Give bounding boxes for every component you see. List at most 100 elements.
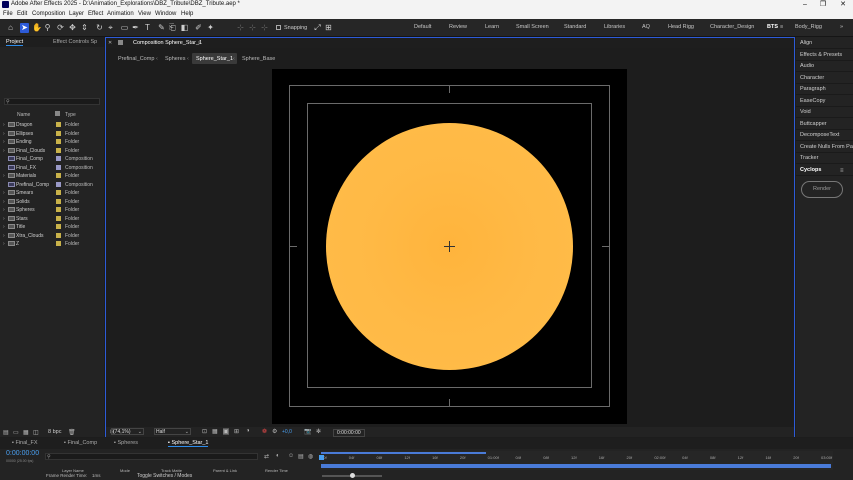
- project-settings-icon[interactable]: ◫: [33, 429, 39, 436]
- workspace-libraries[interactable]: Libraries: [604, 24, 625, 30]
- label-color-swatch[interactable]: [56, 207, 61, 212]
- project-item-z[interactable]: › Z Folder: [3, 240, 101, 248]
- menu-window[interactable]: Window: [155, 11, 176, 17]
- axis-local-icon[interactable]: ⊹: [236, 23, 245, 33]
- menu-view[interactable]: View: [138, 11, 151, 17]
- zoom-tool-icon[interactable]: ⚲: [43, 23, 52, 33]
- label-color-swatch[interactable]: [56, 181, 61, 187]
- transparency-grid-icon[interactable]: ▦: [212, 428, 218, 435]
- pen-tool-icon[interactable]: ✒: [131, 23, 140, 33]
- panel-buttcapper[interactable]: Buttcapper: [800, 121, 827, 127]
- menu-edit[interactable]: Edit: [17, 11, 27, 17]
- breadcrumb-prefinal-comp[interactable]: Prefinal_Comp: [118, 56, 154, 62]
- snapshot-icon[interactable]: 📷: [304, 428, 311, 435]
- expand-arrow-icon[interactable]: ›: [3, 131, 5, 137]
- zoom-dropdown[interactable]: (74,1%) ⌄: [111, 428, 144, 435]
- workspace-review[interactable]: Review: [449, 24, 467, 30]
- breadcrumb-sphere-star-1[interactable]: Sphere_Star_1: [196, 56, 233, 62]
- comp-mini-flowchart-icon[interactable]: ⇄: [264, 453, 269, 460]
- col-parent-link[interactable]: Parent & Link: [213, 468, 237, 473]
- timeline-search-input[interactable]: ⚲: [45, 453, 258, 460]
- label-color-swatch[interactable]: [56, 215, 61, 221]
- render-button[interactable]: Render: [801, 181, 843, 198]
- axis-world-icon[interactable]: ⊹: [248, 23, 257, 33]
- label-color-swatch[interactable]: [56, 139, 61, 144]
- workspace-bts[interactable]: BTS: [767, 24, 778, 30]
- axis-view-icon[interactable]: ⊹: [260, 23, 269, 33]
- panel-menu-icon[interactable]: ≡: [198, 40, 201, 46]
- panel-tracker[interactable]: Tracker: [800, 155, 818, 161]
- trash-icon[interactable]: 🗑: [68, 429, 76, 436]
- workspace-head-rigg[interactable]: Head Rigg: [668, 24, 694, 30]
- project-item-title[interactable]: › Title Folder: [3, 223, 101, 231]
- timeline-tab-sphere-star-1[interactable]: ▪ Sphere_Star_1: [168, 440, 209, 447]
- menu-animation[interactable]: Animation: [107, 11, 134, 17]
- label-color-swatch[interactable]: [56, 130, 61, 136]
- panel-cyclops[interactable]: Cyclops: [800, 167, 821, 173]
- new-folder-icon[interactable]: ▭: [13, 429, 19, 436]
- col-render-time[interactable]: Render Time: [265, 468, 288, 473]
- timeline-tab-final-comp[interactable]: ▪ Final_Comp: [64, 440, 97, 446]
- label-color-swatch[interactable]: [56, 164, 61, 170]
- hand-tool-icon[interactable]: ✋: [32, 23, 42, 33]
- project-item-solids[interactable]: › Solids Folder: [3, 198, 101, 206]
- close-button[interactable]: ✕: [834, 0, 852, 10]
- project-item-stars[interactable]: › Stars Folder: [3, 215, 101, 223]
- reset-exposure-icon[interactable]: ⚙: [272, 428, 277, 435]
- shy-layers-icon[interactable]: ☺: [288, 453, 294, 459]
- project-search-input[interactable]: ⚲: [4, 98, 100, 105]
- timeline-zoom-handle[interactable]: [350, 473, 355, 478]
- panel-paragraph[interactable]: Paragraph: [800, 86, 826, 92]
- channel-icon[interactable]: ◑: [246, 428, 250, 434]
- color-management-icon[interactable]: ❁: [262, 428, 267, 435]
- expand-arrow-icon[interactable]: ›: [3, 199, 5, 205]
- project-item-spheres[interactable]: › Spheres Folder: [3, 206, 101, 214]
- panel-decomposetext[interactable]: DecomposeText: [800, 132, 839, 138]
- draft-3d-icon[interactable]: ◐: [276, 453, 280, 459]
- maximize-button[interactable]: ❐: [814, 0, 832, 10]
- label-color-swatch[interactable]: [56, 198, 61, 204]
- col-mode[interactable]: Mode: [120, 468, 130, 473]
- workspace-aq[interactable]: AQ: [642, 24, 650, 30]
- label-color-swatch[interactable]: [56, 173, 61, 178]
- expand-arrow-icon[interactable]: ›: [3, 148, 5, 154]
- tab-project[interactable]: Project: [6, 39, 24, 46]
- motion-blur-icon[interactable]: ◍: [308, 453, 313, 460]
- lock-panel-icon[interactable]: [118, 40, 123, 45]
- panel-character[interactable]: Character: [800, 75, 824, 81]
- project-item-dragon[interactable]: › Dragon Folder: [3, 121, 101, 129]
- expand-arrow-icon[interactable]: ›: [3, 139, 5, 145]
- project-item-xtra-clouds[interactable]: › Xtra_Clouds Folder: [3, 232, 101, 240]
- label-color-swatch[interactable]: [56, 190, 61, 195]
- interpret-footage-icon[interactable]: ▤: [3, 429, 9, 436]
- bpc-button[interactable]: 8 bpc: [48, 429, 61, 435]
- menu-layer[interactable]: Layer: [69, 11, 84, 17]
- region-of-interest-icon[interactable]: ⊡: [202, 428, 207, 435]
- workspace-menu-icon[interactable]: ≡: [780, 24, 783, 30]
- eraser-tool-icon[interactable]: ◧: [180, 23, 189, 33]
- expand-arrow-icon[interactable]: ›: [3, 224, 5, 230]
- breadcrumb-spheres[interactable]: Spheres: [165, 56, 186, 62]
- show-snapshot-icon[interactable]: ✻: [316, 428, 321, 435]
- close-panel-icon[interactable]: ✕: [108, 40, 112, 46]
- project-item-final-fx[interactable]: Final_FX Composition: [3, 164, 101, 172]
- expand-arrow-icon[interactable]: ›: [3, 216, 5, 222]
- selection-tool-icon[interactable]: ➤: [20, 23, 29, 33]
- label-color-swatch[interactable]: [56, 224, 61, 229]
- panel-audio[interactable]: Audio: [800, 63, 814, 69]
- timeline-tab-spheres[interactable]: ▪ Spheres: [114, 440, 138, 446]
- breadcrumb-sphere-base[interactable]: Sphere_Base: [242, 56, 275, 62]
- work-area-bar[interactable]: [321, 452, 486, 454]
- type-tool-icon[interactable]: T: [143, 23, 152, 33]
- new-comp-icon[interactable]: ▦: [23, 429, 29, 436]
- label-color-swatch[interactable]: [56, 232, 61, 238]
- snapping-checkbox[interactable]: [276, 25, 281, 30]
- grid-guides-icon[interactable]: ⊞: [234, 428, 239, 435]
- panel-easecopy[interactable]: EaseCopy: [800, 98, 825, 104]
- workspace-learn[interactable]: Learn: [485, 24, 499, 30]
- expand-arrow-icon[interactable]: ›: [3, 173, 5, 179]
- minimize-button[interactable]: –: [796, 0, 814, 10]
- exposure-value[interactable]: +0,0: [282, 429, 292, 435]
- panel-align[interactable]: Align: [800, 40, 812, 46]
- workspace-overflow-icon[interactable]: »: [840, 24, 843, 30]
